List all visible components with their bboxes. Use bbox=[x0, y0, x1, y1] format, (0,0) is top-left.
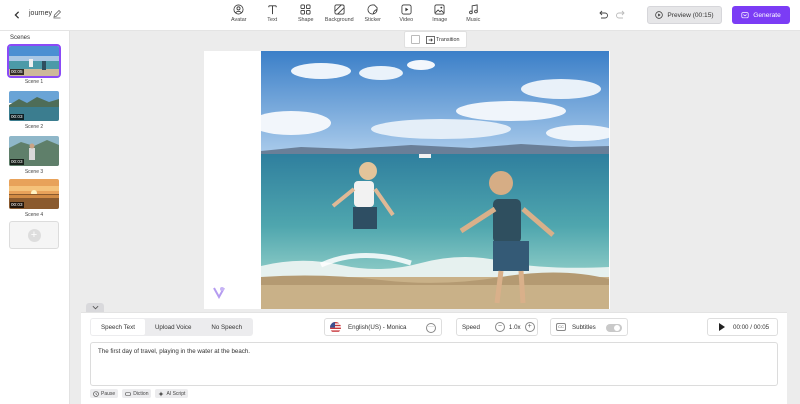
scene-item-1[interactable]: 00:05 Scene 1 bbox=[7, 44, 61, 85]
speed-control: Speed − 1.0x + bbox=[456, 318, 538, 336]
scene-item-3[interactable]: 00:03 Scene 3 bbox=[9, 136, 59, 175]
sticker-icon bbox=[367, 4, 378, 15]
scene-thumbnail: 00:03 bbox=[9, 136, 59, 166]
clock-icon bbox=[93, 390, 99, 397]
tool-image-label: Image bbox=[432, 17, 448, 23]
speed-value: 1.0x bbox=[508, 323, 521, 331]
speed-label: Speed bbox=[462, 323, 480, 331]
add-scene-button[interactable]: + bbox=[9, 221, 59, 249]
tool-text-label: Text bbox=[267, 17, 278, 23]
project-title[interactable]: journey bbox=[29, 10, 52, 17]
transition-label: Transition bbox=[436, 36, 460, 43]
tab-upload-voice[interactable]: Upload Voice bbox=[145, 319, 201, 335]
transition-icon bbox=[426, 35, 435, 44]
scene-thumbnail: 00:05 bbox=[7, 44, 61, 78]
tool-image[interactable]: Image bbox=[423, 4, 457, 28]
tool-avatar-label: Avatar bbox=[231, 17, 247, 23]
scene-duration: 00:03 bbox=[10, 202, 24, 208]
ai-script-icon bbox=[158, 391, 164, 396]
video-icon bbox=[401, 4, 412, 15]
tool-text[interactable]: Text bbox=[256, 4, 290, 28]
scene-thumbnail: 00:03 bbox=[9, 179, 59, 209]
chevron-down-icon bbox=[92, 305, 98, 310]
play-icon[interactable] bbox=[719, 323, 725, 331]
image-icon bbox=[434, 4, 445, 15]
top-bar: journey Avatar Text Shape Background Sti… bbox=[0, 0, 800, 31]
diction-icon bbox=[125, 391, 131, 396]
text-icon bbox=[268, 5, 277, 15]
scenes-panel: Scenes 00:05 Scene 1 00:03 Scene 2 00:03… bbox=[0, 31, 70, 404]
scene-name: Scene 3 bbox=[24, 169, 44, 175]
collapse-panel-button[interactable] bbox=[86, 303, 104, 312]
generate-icon bbox=[741, 12, 749, 19]
pause-chip-label: Pause bbox=[101, 390, 116, 397]
speech-tools: Pause Diction AI Script bbox=[90, 389, 192, 398]
diction-chip-label: Diction bbox=[133, 390, 149, 397]
voice-selector[interactable]: English(US) - Monica ··· bbox=[324, 318, 442, 336]
ai-script-chip[interactable]: AI Script bbox=[155, 389, 189, 398]
tool-video-label: Video bbox=[399, 17, 414, 23]
diction-chip[interactable]: Diction bbox=[122, 389, 152, 398]
scene-thumbnail: 00:03 bbox=[9, 91, 59, 121]
avatar-icon bbox=[233, 4, 244, 15]
speech-tabs: Speech Text Upload Voice No Speech bbox=[90, 318, 254, 336]
speed-increase-button[interactable]: + bbox=[524, 322, 535, 332]
preview-label: Preview (00:15) bbox=[667, 11, 714, 19]
transition-checkbox[interactable] bbox=[411, 35, 420, 44]
chevron-left-icon bbox=[14, 11, 20, 19]
voice-name: English(US) - Monica bbox=[348, 323, 407, 331]
tool-avatar[interactable]: Avatar bbox=[222, 4, 256, 28]
insert-toolbar: Avatar Text Shape Background Sticker Vid… bbox=[222, 4, 490, 28]
transition-bar[interactable]: Transition bbox=[404, 31, 467, 48]
preview-button[interactable]: Preview (00:15) bbox=[647, 6, 722, 24]
scene-item-2[interactable]: 00:03 Scene 2 bbox=[9, 91, 59, 130]
tool-sticker-label: Sticker bbox=[364, 17, 381, 23]
canvas-stage[interactable] bbox=[204, 51, 610, 309]
tool-music[interactable]: Music bbox=[457, 4, 491, 28]
scene-name: Scene 2 bbox=[24, 124, 44, 130]
scene-duration: 00:05 bbox=[10, 69, 24, 75]
tab-speech-text[interactable]: Speech Text bbox=[91, 319, 145, 335]
scene-name: Scene 1 bbox=[24, 79, 44, 85]
subtitles-control: CC Subtitles bbox=[550, 318, 628, 336]
scene-duration: 00:03 bbox=[10, 159, 24, 165]
us-flag-icon bbox=[330, 321, 341, 333]
tool-shape[interactable]: Shape bbox=[289, 4, 323, 28]
generate-label: Generate bbox=[753, 11, 781, 19]
ai-script-chip-label: AI Script bbox=[166, 390, 186, 397]
music-icon bbox=[468, 4, 478, 15]
edit-icon[interactable] bbox=[52, 9, 62, 19]
playback-time: 00:00 / 00:05 bbox=[733, 323, 770, 331]
tab-no-speech[interactable]: No Speech bbox=[201, 319, 252, 335]
redo-icon[interactable] bbox=[615, 9, 627, 21]
generate-button[interactable]: Generate bbox=[732, 6, 790, 24]
speech-panel: Speech Text Upload Voice No Speech Engli… bbox=[81, 312, 787, 404]
play-circle-icon bbox=[655, 11, 664, 19]
background-icon bbox=[334, 4, 345, 15]
scene-duration: 00:03 bbox=[10, 114, 24, 120]
subtitles-toggle[interactable] bbox=[606, 324, 622, 332]
pause-chip[interactable]: Pause bbox=[90, 389, 119, 398]
scenes-title: Scenes bbox=[10, 35, 31, 41]
brand-watermark-icon bbox=[213, 287, 225, 299]
tool-background[interactable]: Background bbox=[323, 4, 357, 28]
scene-photo[interactable] bbox=[261, 51, 609, 309]
audio-player: 00:00 / 00:05 bbox=[707, 318, 778, 336]
back-button[interactable] bbox=[10, 8, 24, 22]
shape-icon bbox=[300, 4, 311, 15]
tool-video[interactable]: Video bbox=[390, 4, 424, 28]
undo-icon[interactable] bbox=[597, 9, 609, 21]
tool-background-label: Background bbox=[324, 17, 354, 23]
speech-text-input[interactable]: The first day of travel, playing in the … bbox=[90, 342, 778, 386]
speed-decrease-button[interactable]: − bbox=[494, 322, 505, 332]
tool-shape-label: Shape bbox=[297, 17, 314, 23]
tool-music-label: Music bbox=[466, 17, 481, 23]
scene-name: Scene 4 bbox=[24, 212, 44, 218]
plus-icon: + bbox=[27, 228, 41, 242]
tool-sticker[interactable]: Sticker bbox=[356, 4, 390, 28]
voice-more-icon[interactable]: ··· bbox=[426, 323, 436, 333]
subtitles-label: Subtitles bbox=[572, 323, 596, 331]
subtitles-icon: CC bbox=[556, 323, 566, 331]
scene-item-4[interactable]: 00:03 Scene 4 bbox=[9, 179, 59, 218]
